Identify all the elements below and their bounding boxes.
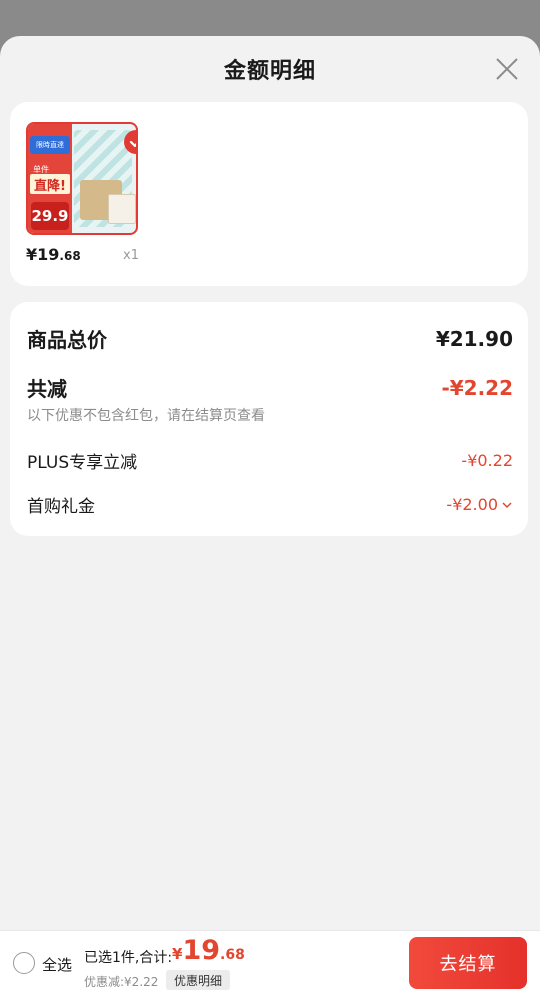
first-purchase-value: -¥2.00 [446,495,498,514]
sheet-title: 金额明细 [223,59,316,84]
first-purchase-value-wrap[interactable]: -¥2.00 [446,495,513,514]
close-icon [496,58,518,80]
product-card: 限時直達 单件 直降! 29.9 ¥19.68 x1 [10,102,528,286]
total-reduce-value: -¥2.22 [441,375,513,400]
product-price: ¥19.68 [26,245,81,264]
total-price-value: ¥21.90 [435,326,513,351]
discount-amount-text: 优惠减:¥2.22 [84,975,159,989]
product-thumbnail[interactable]: 限時直達 单件 直降! 29.9 [26,122,138,235]
thumb-tag: 限時直達 [30,136,70,154]
plus-discount-row: PLUS专享立减 -¥0.22 [27,448,513,473]
product-price-dec: .68 [59,249,81,263]
total-amount-int: 19 [182,935,221,966]
total-price-row: 商品总价 ¥21.90 [27,324,513,353]
first-purchase-label: 首购礼金 [27,497,95,517]
thumb-box-art-2 [108,194,136,224]
discount-detail-button[interactable]: 优惠明细 [166,970,231,990]
plus-discount-label: PLUS专享立减 [27,453,138,473]
thumb-headline: 直降! [30,174,70,194]
total-price-label: 商品总价 [27,328,107,352]
selected-count-text: 已选1件,合计: [84,950,173,966]
select-all-label[interactable]: 全选 [42,954,72,975]
total-amount-symbol: ¥ [172,945,183,963]
plus-discount-value: -¥0.22 [461,451,513,470]
checkout-button[interactable]: 去结算 [409,937,527,989]
sheet-header: 金额明细 [0,36,540,102]
summary-card: 商品总价 ¥21.90 共减 -¥2.22 以下优惠不包含红包，请在结算页查看 … [10,302,528,536]
close-button[interactable] [494,56,520,82]
product-price-int: ¥19 [26,245,60,264]
total-reduce-row: 共减 -¥2.22 [27,373,513,402]
chevron-down-icon [502,501,512,508]
first-purchase-row[interactable]: 首购礼金 -¥2.00 [27,492,513,517]
total-amount-dec: .68 [220,947,245,963]
total-amount: ¥ 19 .68 [172,935,245,966]
total-reduce-label: 共减 [27,377,67,401]
discount-note: 以下优惠不包含红包，请在结算页查看 [27,408,265,424]
select-all-radio[interactable] [13,952,35,974]
product-quantity: x1 [123,248,139,263]
thumb-price: 29.9 [31,202,69,230]
checkout-bar: 全选 已选1件,合计: ¥ 19 .68 优惠减:¥2.22 优惠明细 去结算 [0,930,540,996]
amount-detail-sheet: 金额明细 限時直達 单件 直降! 29.9 ¥19.68 x1 商品总价 ¥21… [0,36,540,996]
